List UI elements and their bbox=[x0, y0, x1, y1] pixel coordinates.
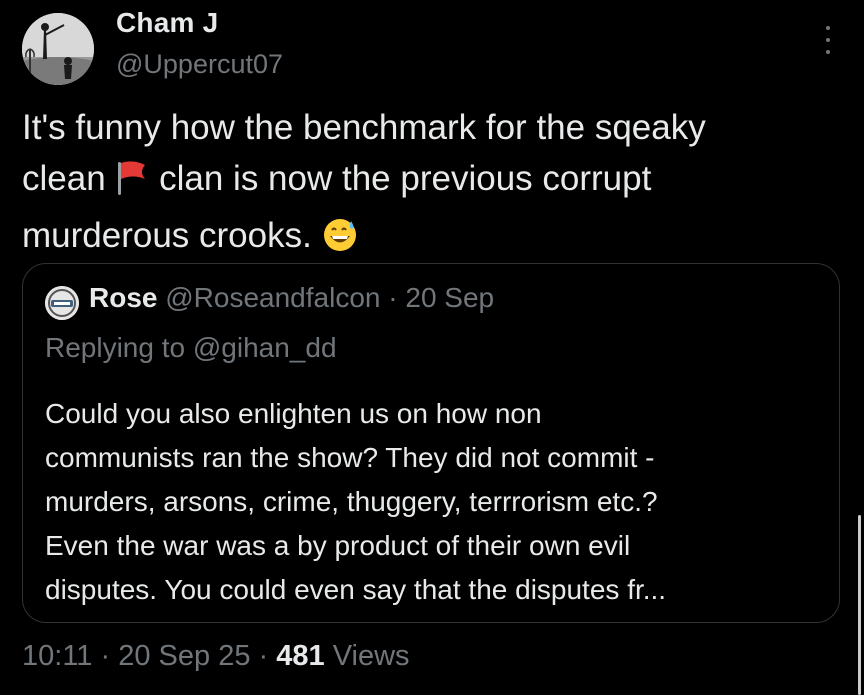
replying-to-handle[interactable]: @gihan_dd bbox=[193, 332, 337, 363]
separator-dot: · bbox=[258, 640, 269, 672]
quoted-line: Could you also enlighten us on how non bbox=[45, 398, 542, 429]
tweet-line: It's funny how the benchmark for the sqe… bbox=[22, 108, 706, 147]
replying-to: Replying to @gihan_dd bbox=[45, 332, 337, 364]
avatar-photo-icon bbox=[22, 13, 94, 85]
tweet-date[interactable]: 20 Sep 25 bbox=[118, 640, 250, 672]
tweet-text-segment: clean bbox=[22, 159, 116, 198]
author-name[interactable]: Cham J bbox=[116, 7, 218, 39]
quoted-header: Rose @Roseandfalcon · 20 Sep bbox=[89, 282, 494, 314]
tweet-text-segment: murderous crooks. bbox=[22, 216, 312, 255]
replying-to-label: Replying to bbox=[45, 332, 186, 363]
quoted-text: Could you also enlighten us on how non c… bbox=[45, 392, 825, 612]
separator-dot: · bbox=[100, 640, 111, 672]
separator-dot: · bbox=[388, 282, 398, 313]
tweet-line: murderous crooks. bbox=[22, 210, 842, 267]
quoted-author-handle[interactable]: @Roseandfalcon bbox=[165, 282, 380, 313]
views-count[interactable]: 481 bbox=[276, 640, 324, 672]
tweet: Cham J @Uppercut07 It's funny how the be… bbox=[0, 0, 864, 695]
quoted-line: communists ran the show? They did not co… bbox=[45, 442, 655, 473]
scrollbar-thumb[interactable] bbox=[858, 515, 861, 695]
quoted-author-name[interactable]: Rose bbox=[89, 282, 157, 313]
tweet-line: clean clan is now the previous corrupt bbox=[22, 153, 842, 210]
quoted-author-avatar[interactable] bbox=[45, 286, 79, 320]
quoted-line: murders, arsons, crime, thuggery, terrro… bbox=[45, 486, 658, 517]
tweet-text-segment: clan is now the previous corrupt bbox=[149, 159, 652, 198]
grinning-sweat-icon bbox=[322, 216, 358, 267]
more-options-icon[interactable] bbox=[816, 26, 840, 54]
quoted-tweet[interactable]: Rose @Roseandfalcon · 20 Sep Replying to… bbox=[22, 263, 840, 623]
author-handle[interactable]: @Uppercut07 bbox=[116, 49, 283, 80]
views-label[interactable]: Views bbox=[333, 640, 410, 672]
quoted-line: disputes. You could even say that the di… bbox=[45, 574, 667, 605]
tweet-text: It's funny how the benchmark for the sqe… bbox=[22, 102, 842, 267]
quoted-line: Even the war was a by product of their o… bbox=[45, 530, 631, 561]
tweet-meta: 10:11 · 20 Sep 25 · 481 Views bbox=[22, 640, 410, 673]
tweet-time[interactable]: 10:11 bbox=[22, 640, 92, 672]
author-avatar[interactable] bbox=[22, 13, 94, 85]
quoted-date[interactable]: 20 Sep bbox=[405, 282, 494, 313]
red-flag-icon bbox=[115, 159, 149, 210]
avatar-graphic-icon bbox=[45, 286, 79, 320]
